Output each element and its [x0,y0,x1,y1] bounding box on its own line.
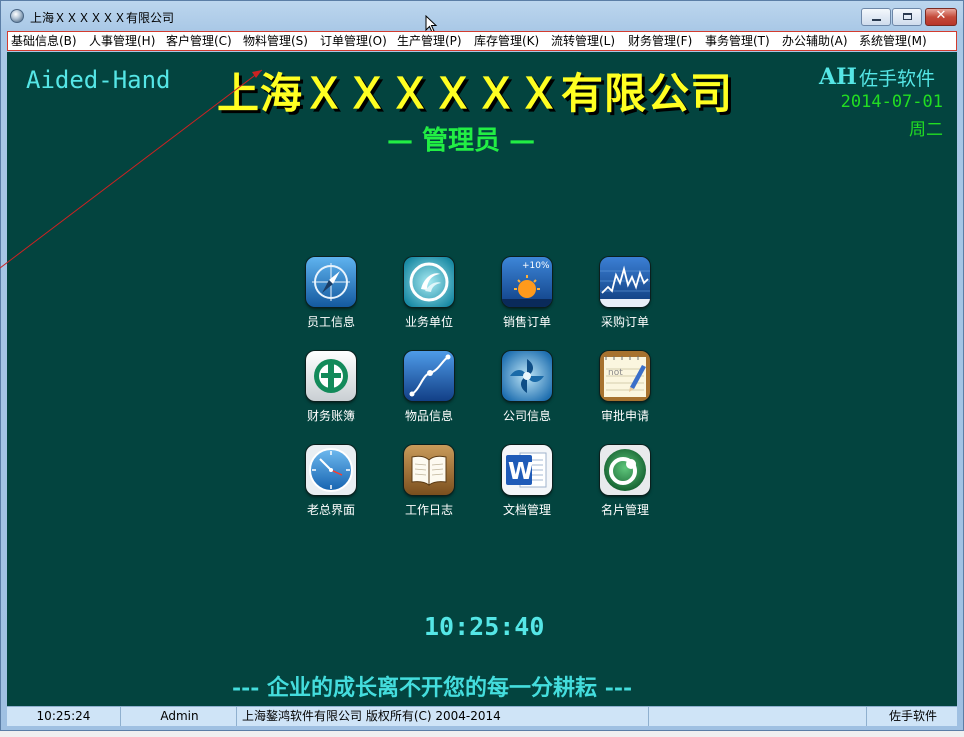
menu-finance[interactable]: 财务管理(F) [628,33,692,49]
company-title: 上海ＸＸＸＸＸＸ有限公司 [217,69,734,118]
swirl-icon [404,257,454,307]
tile-label: 文档管理 [502,503,551,517]
current-weekday: 周二 [909,120,943,140]
desktop-strip [0,731,964,737]
brand-left: Aided-Hand [26,66,171,94]
menu-basic-info[interactable]: 基础信息(B) [11,33,77,49]
status-blank [651,707,867,726]
tile-document-management[interactable]: W 文档管理 [487,445,567,523]
slogan: --- 企业的成长离不开您的每一分耕耘 --- [232,675,633,701]
tile-label: 物品信息 [404,409,453,423]
close-icon: ✕ [935,8,947,23]
app-window: 上海ＸＸＸＸＸＸ有限公司 ✕ 基础信息(B) 人事管理(H) 客户管理(C) 物… [0,0,964,731]
menu-orders[interactable]: 订单管理(O) [320,33,387,49]
brand-right-cn: 佐手软件 [859,68,936,90]
menu-inventory[interactable]: 库存管理(K) [474,33,539,49]
tile-employee-info[interactable]: 员工信息 [291,257,371,335]
tile-label: 财务账簿 [306,409,355,423]
tile-label: 老总界面 [306,503,355,517]
tile-label: 采购订单 [600,315,649,329]
weather-icon: +10% [502,257,552,307]
tile-item-info[interactable]: 物品信息 [389,351,469,429]
menu-production[interactable]: 生产管理(P) [397,33,462,49]
close-button[interactable]: ✕ [925,8,957,26]
menu-customers[interactable]: 客户管理(C) [166,33,232,49]
contact-icon [600,445,650,495]
status-user: Admin [123,707,237,726]
tile-approval-request[interactable]: not 审批申请 [585,351,665,429]
tile-purchase-orders[interactable]: 采购订单 [585,257,665,335]
app-logo-icon [10,9,24,23]
bank-icon [306,351,356,401]
menu-bar: 基础信息(B) 人事管理(H) 客户管理(C) 物料管理(S) 订单管理(O) … [7,31,957,51]
book-icon [404,445,454,495]
menu-hr[interactable]: 人事管理(H) [89,33,155,49]
tile-label: 销售订单 [502,315,551,329]
current-date: 2014-07-01 [840,92,943,112]
menu-circulation[interactable]: 流转管理(L) [551,33,615,49]
compass-icon [306,257,356,307]
live-clock: 10:25:40 [424,612,545,641]
tile-finance-ledger[interactable]: 财务账簿 [291,351,371,429]
tile-card-management[interactable]: 名片管理 [585,445,665,523]
curve-icon [404,351,454,401]
window-title: 上海ＸＸＸＸＸＸ有限公司 [30,11,175,25]
minimize-button[interactable] [861,8,891,26]
tile-work-log[interactable]: 工作日志 [389,445,469,523]
maximize-icon [903,13,912,20]
tile-sales-orders[interactable]: +10% 销售订单 [487,257,567,335]
role-label: — 管理员 — [387,126,536,156]
menu-system[interactable]: 系统管理(M) [859,33,927,49]
svg-text:+10%: +10% [522,261,550,271]
aperture-icon [502,351,552,401]
word-icon: W [502,445,552,495]
minimize-icon [872,19,881,21]
tile-label: 业务单位 [404,315,453,329]
tile-company-info[interactable]: 公司信息 [487,351,567,429]
status-copyright: 上海鏊鸿软件有限公司 版权所有(C) 2004-2014 [239,707,649,726]
tile-label: 工作日志 [404,503,453,517]
tile-label: 员工信息 [306,315,355,329]
title-bar[interactable]: 上海ＸＸＸＸＸＸ有限公司 ✕ [1,1,963,33]
tile-label: 公司信息 [502,409,551,423]
menu-office[interactable]: 办公辅助(A) [782,33,848,49]
clock-icon [306,445,356,495]
status-brand: 佐手软件 [888,709,937,723]
tile-boss-interface[interactable]: 老总界面 [291,445,371,523]
status-time: 10:25:24 [7,707,121,726]
tile-label: 审批申请 [600,409,649,423]
svg-text:not: not [608,368,623,378]
brand-right-ah: AH [819,64,857,90]
menu-affairs[interactable]: 事务管理(T) [705,33,770,49]
menu-materials[interactable]: 物料管理(S) [243,33,308,49]
svg-text:W: W [508,459,533,485]
tile-label: 名片管理 [600,503,649,517]
status-bar: 10:25:24 Admin 上海鏊鸿软件有限公司 版权所有(C) 2004-2… [7,706,957,726]
maximize-button[interactable] [892,8,922,26]
stock-chart-icon [600,257,650,307]
dashboard-panel: Aided-Hand 上海ＸＸＸＸＸＸ有限公司 — 管理员 — AH 佐手软件 … [7,52,957,706]
tile-business-units[interactable]: 业务单位 [389,257,469,335]
notepad-icon: not [600,351,650,401]
